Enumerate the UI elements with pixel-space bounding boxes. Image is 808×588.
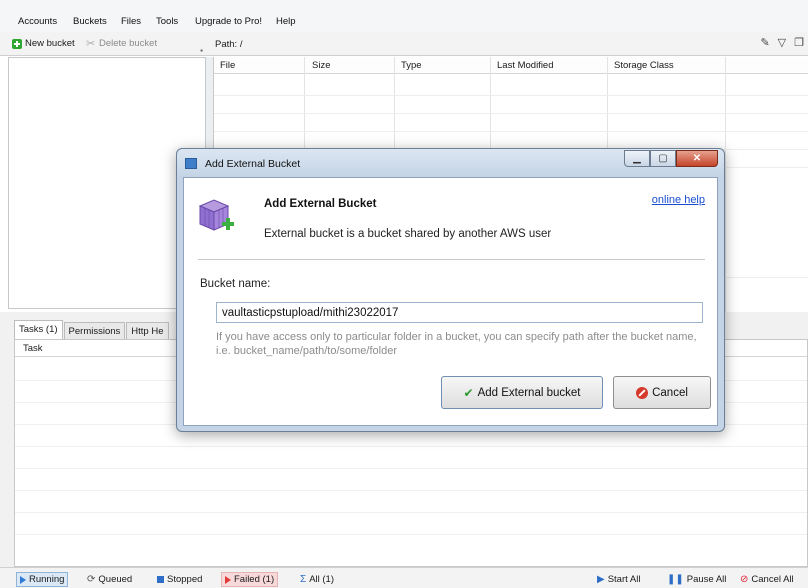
hourglass-icon: ⟳ — [87, 574, 96, 585]
play-icon — [20, 575, 26, 584]
maximize-button[interactable]: ▢ — [650, 150, 676, 167]
menu-accounts[interactable]: Accounts — [18, 16, 57, 27]
col-file[interactable]: File — [220, 60, 235, 71]
add-external-bucket-button[interactable]: ✔ Add External bucket — [441, 376, 603, 409]
cancel-all-icon: ⊘ — [740, 574, 749, 585]
filter-running[interactable]: Running — [16, 572, 69, 587]
window-controls: ▁ ▢ ✕ — [624, 150, 718, 167]
path-label: Path: / — [215, 39, 243, 50]
row-line — [15, 490, 807, 491]
start-all-icon: ▶ — [597, 574, 605, 585]
check-icon: ✔ — [463, 385, 474, 400]
filter-stopped[interactable]: Stopped — [154, 572, 205, 587]
start-all-button[interactable]: ▶ Start All — [594, 572, 643, 587]
menu-bar: Accounts Buckets Files Tools Upgrade to … — [0, 0, 808, 32]
online-help-link[interactable]: online help — [652, 194, 705, 206]
delete-bucket-label: Delete bucket — [99, 38, 158, 49]
pause-all-label: Pause All — [686, 574, 727, 585]
dialog-titlebar[interactable]: Add External Bucket ▁ ▢ ✕ — [177, 149, 724, 177]
stop-icon — [157, 576, 164, 583]
bucket-cube-icon — [198, 199, 234, 231]
menu-buckets[interactable]: Buckets — [73, 16, 107, 27]
filter-queued[interactable]: ⟳ Queued — [84, 572, 135, 587]
col-size[interactable]: Size — [312, 60, 330, 71]
stopped-label: Stopped — [167, 574, 203, 585]
window-icon — [185, 158, 197, 169]
menu-upgrade[interactable]: Upgrade to Pro! — [195, 16, 262, 27]
delete-icon: ✂ — [86, 37, 96, 50]
sigma-icon: Σ — [300, 574, 307, 585]
row-line — [15, 512, 807, 513]
plus-icon — [12, 38, 22, 49]
dialog-description: External bucket is a bucket shared by an… — [264, 228, 552, 240]
dialog-heading: Add External Bucket — [264, 198, 377, 210]
pause-icon: ❚❚ — [667, 574, 684, 585]
filter-failed[interactable]: Failed (1) — [221, 572, 279, 587]
delete-bucket-button[interactable]: ✂ Delete bucket — [86, 38, 157, 49]
col-type[interactable]: Type — [401, 60, 422, 71]
col-storage-class[interactable]: Storage Class — [614, 60, 674, 71]
failed-icon — [225, 575, 231, 584]
row-line — [214, 95, 808, 96]
row-line — [214, 131, 808, 132]
cancel-label: Cancel — [652, 386, 688, 399]
tab-tasks[interactable]: Tasks (1) — [14, 320, 63, 339]
copy-icon[interactable]: ❐ — [794, 36, 804, 49]
cancel-all-label: Cancel All — [751, 574, 794, 585]
menu-files[interactable]: Files — [121, 16, 141, 27]
divider — [198, 259, 705, 260]
pin-icon[interactable]: ▪ — [200, 46, 203, 55]
filter-icon[interactable]: ▽ — [778, 36, 786, 49]
col-last-modified[interactable]: Last Modified — [497, 60, 554, 71]
dialog-title: Add External Bucket — [205, 158, 301, 170]
row-line — [15, 534, 807, 535]
path-tools: ✎ ▽ ❐ — [760, 36, 804, 49]
bucket-name-input[interactable] — [216, 302, 703, 323]
tab-permissions[interactable]: Permissions — [63, 322, 126, 339]
bottom-tabs: Tasks (1) Permissions Http He — [14, 320, 170, 339]
menu-tools[interactable]: Tools — [156, 16, 178, 27]
cancel-button[interactable]: Cancel — [613, 376, 711, 409]
add-external-bucket-dialog: Add External Bucket ▁ ▢ ✕ Add External B… — [176, 148, 725, 432]
add-external-bucket-label: Add External bucket — [477, 386, 581, 399]
all-label: All (1) — [309, 574, 334, 585]
col-task[interactable]: Task — [23, 343, 43, 354]
close-button[interactable]: ✕ — [676, 150, 718, 167]
menu-help[interactable]: Help — [276, 16, 296, 27]
tab-http-headers[interactable]: Http He — [126, 322, 169, 339]
cancel-icon — [636, 386, 649, 399]
toolbar: New bucket ✂ Delete bucket — [0, 32, 808, 56]
row-line — [214, 113, 808, 114]
cancel-all-button[interactable]: ⊘ Cancel All — [737, 572, 797, 587]
failed-label: Failed (1) — [234, 574, 275, 585]
row-line — [15, 446, 807, 447]
queued-label: Queued — [98, 574, 133, 585]
minimize-button[interactable]: ▁ — [624, 150, 650, 167]
path-hint: If you have access only to particular fo… — [216, 331, 697, 357]
new-bucket-button[interactable]: New bucket — [12, 38, 75, 49]
status-bar: Running ⟳ Queued Stopped Failed (1) Σ Al… — [0, 567, 808, 588]
bucket-name-label: Bucket name: — [200, 278, 271, 290]
start-all-label: Start All — [607, 574, 641, 585]
dialog-body: Add External Bucket External bucket is a… — [183, 177, 718, 426]
pause-all-button[interactable]: ❚❚ Pause All — [664, 572, 729, 587]
row-line — [15, 468, 807, 469]
filter-all[interactable]: Σ All (1) — [297, 572, 337, 587]
running-label: Running — [29, 574, 65, 585]
new-bucket-label: New bucket — [25, 38, 75, 49]
edit-icon[interactable]: ✎ — [760, 36, 769, 49]
